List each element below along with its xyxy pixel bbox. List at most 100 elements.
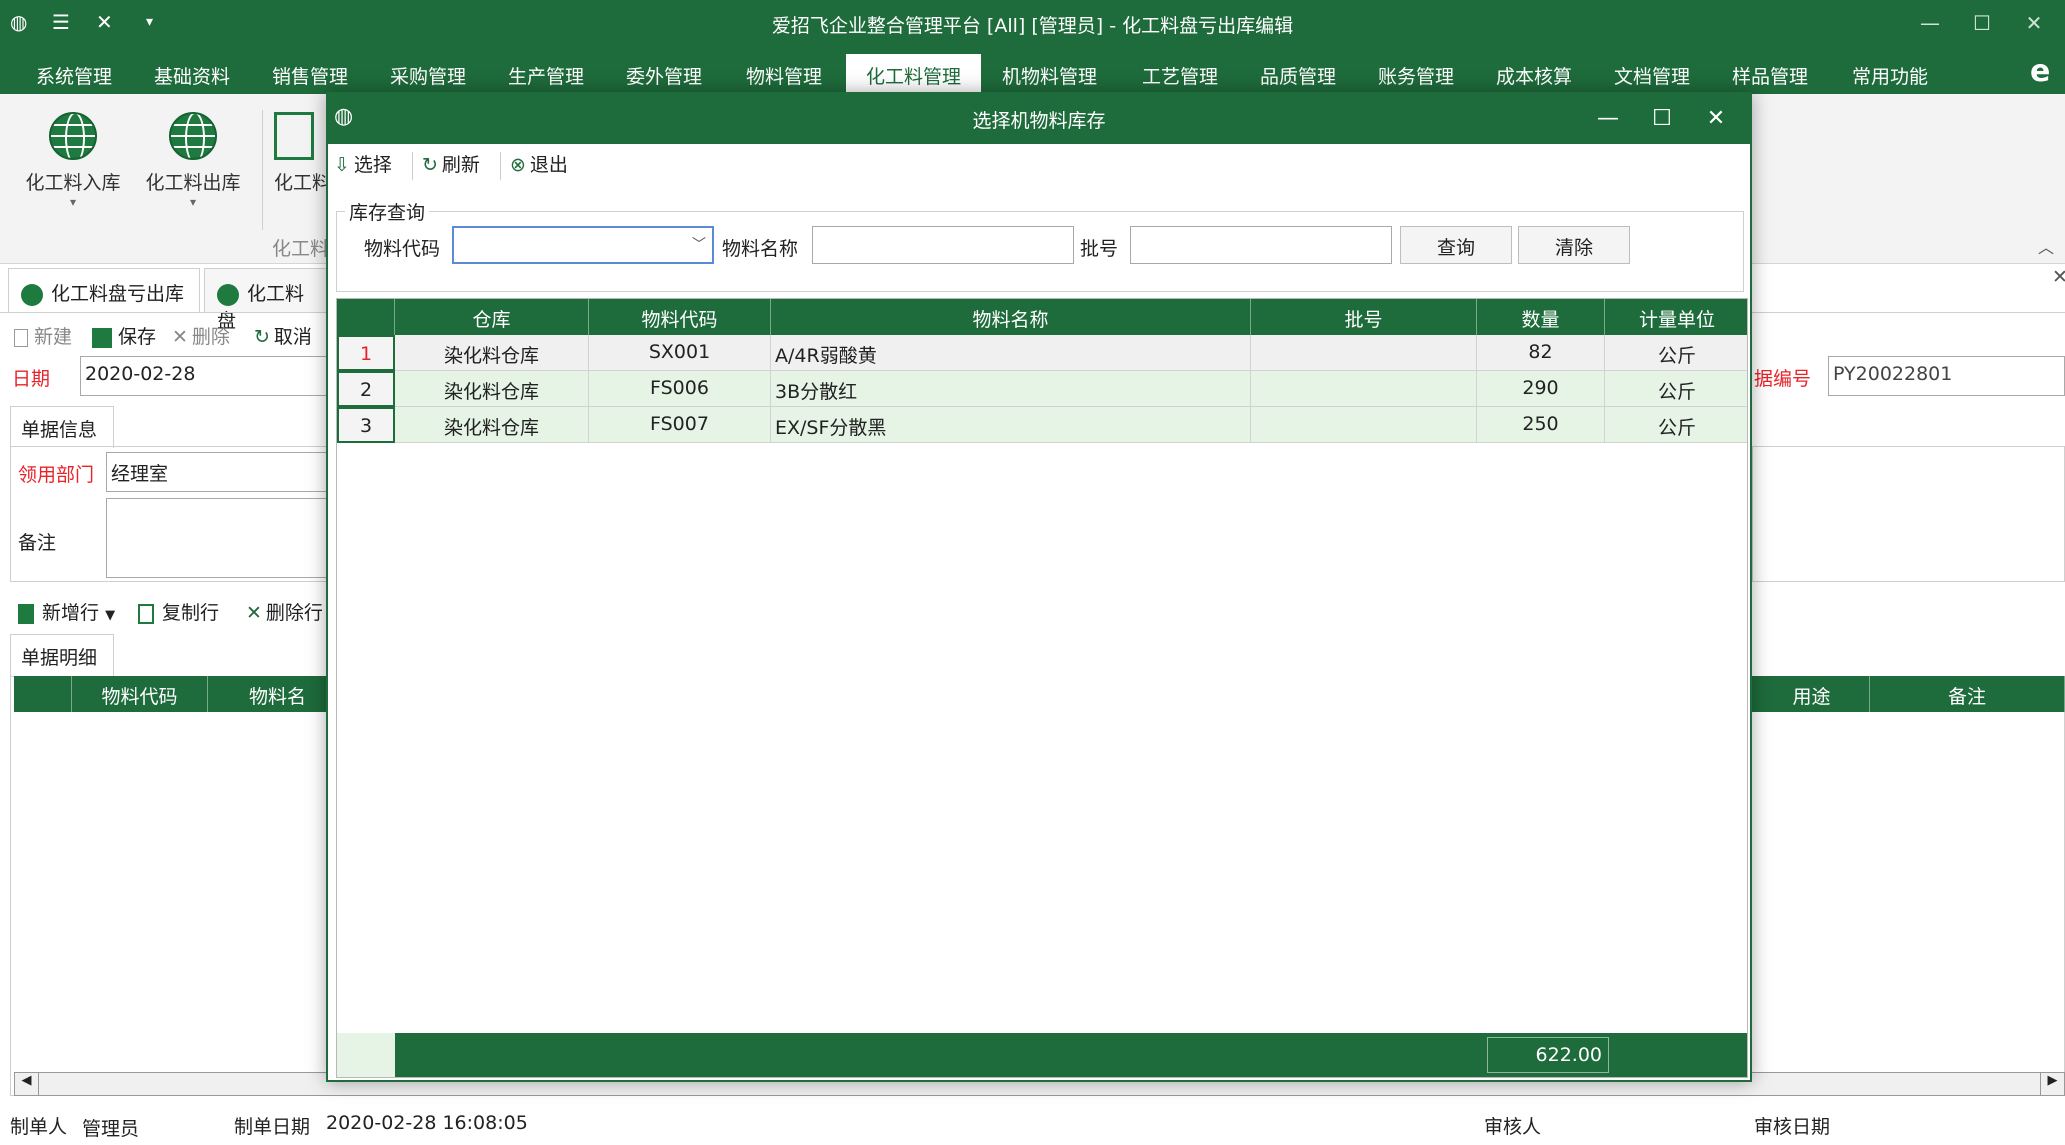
save-button[interactable]: 保存 — [92, 322, 156, 349]
cell-warehouse[interactable]: 染化料仓库 — [395, 371, 589, 407]
department-label: 领用部门 — [18, 464, 95, 486]
tab-chemical-loss-out[interactable]: 化工料盘亏出库 — [8, 268, 200, 312]
menu-accounts[interactable]: 账务管理 — [1378, 62, 1454, 89]
maximize-button[interactable]: ☐ — [1962, 6, 2002, 40]
menu-chemicals[interactable]: 化工料管理 — [846, 54, 982, 94]
dialog-maximize-button[interactable]: ☐ — [1642, 102, 1682, 136]
column-header-name[interactable]: 物料名称 — [771, 299, 1251, 335]
refresh-button[interactable]: ↻ 刷新 — [422, 150, 480, 177]
menu-process[interactable]: 工艺管理 — [1142, 62, 1218, 89]
cancel-button[interactable]: ↻ 取消 — [254, 322, 312, 349]
row-number[interactable]: 2 — [337, 371, 395, 407]
menu-sales[interactable]: 销售管理 — [272, 62, 348, 89]
batch-input[interactable] — [1130, 226, 1392, 264]
cell-unit[interactable]: 公斤 — [1605, 407, 1747, 443]
cell-batch[interactable] — [1251, 335, 1477, 371]
code-select[interactable]: ﹀ — [452, 226, 714, 264]
make-date-value: 2020-02-28 16:08:05 — [326, 1112, 528, 1134]
query-button[interactable]: 查询 — [1400, 226, 1512, 264]
scroll-left-icon[interactable]: ◀ — [15, 1073, 39, 1095]
tab-doc-detail[interactable]: 单据明细 — [10, 634, 114, 676]
remark-field-right[interactable] — [1752, 446, 2065, 582]
menu-outsourcing[interactable]: 委外管理 — [626, 62, 702, 89]
delete-button[interactable]: ✕ 删除 — [172, 322, 230, 349]
column-header-batch[interactable]: 批号 — [1251, 299, 1477, 335]
minimize-button[interactable]: — — [1910, 6, 1950, 40]
cell-unit[interactable]: 公斤 — [1605, 371, 1747, 407]
refresh-icon: ↻ — [422, 154, 438, 176]
menu-samples[interactable]: 样品管理 — [1732, 62, 1808, 89]
cell-qty[interactable]: 290 — [1477, 371, 1605, 407]
menu-production[interactable]: 生产管理 — [508, 62, 584, 89]
remark-field[interactable] — [106, 498, 336, 578]
table-row[interactable]: 3 染化料仓库 FS007 EX/SF分散黑 250 公斤 — [337, 407, 1747, 443]
delete-row-button[interactable]: ✕ 删除行 — [246, 598, 323, 625]
dialog-title-bar: ◍ 选择机物料库存 — ☐ ✕ — [328, 94, 1750, 144]
column-header-unit[interactable]: 计量单位 — [1605, 299, 1747, 335]
chemical-other-button[interactable]: 化工料 — [274, 112, 334, 195]
dialog-title: 选择机物料库存 — [972, 110, 1106, 132]
doc-number-field[interactable]: PY20022801 — [1828, 356, 2065, 396]
column-header-code[interactable]: 物料代码 — [589, 299, 771, 335]
tab-doc-info[interactable]: 单据信息 — [10, 406, 114, 448]
scroll-right-icon[interactable]: ▶ — [2040, 1073, 2064, 1095]
menu-materials[interactable]: 物料管理 — [746, 62, 822, 89]
column-header-use[interactable]: 用途 — [1754, 676, 1870, 712]
cell-qty[interactable]: 250 — [1477, 407, 1605, 443]
cell-warehouse[interactable]: 染化料仓库 — [395, 407, 589, 443]
clear-button[interactable]: 清除 — [1518, 226, 1630, 264]
dropdown-arrow-icon: ▼ — [105, 608, 116, 623]
close-tab-icon[interactable]: ✕ — [2052, 266, 2065, 288]
cell-name[interactable]: A/4R弱酸黄 — [771, 335, 1251, 371]
table-footer: 622.00 — [337, 1033, 1747, 1077]
close-button[interactable]: ✕ — [2014, 6, 2054, 40]
date-label: 日期 — [12, 368, 51, 390]
menu-mechanical-materials[interactable]: 机物料管理 — [1002, 62, 1097, 89]
chemical-in-button[interactable]: 化工料入库 ▾ — [18, 112, 128, 209]
dialog-close-button[interactable]: ✕ — [1696, 102, 1736, 136]
menu-quality[interactable]: 品质管理 — [1260, 62, 1336, 89]
chevron-down-icon[interactable]: ﹀ — [692, 234, 706, 254]
cell-batch[interactable] — [1251, 371, 1477, 407]
dialog-minimize-button[interactable]: — — [1588, 102, 1628, 136]
cell-unit[interactable]: 公斤 — [1605, 335, 1747, 371]
collapse-ribbon-icon[interactable]: ︿ — [2038, 234, 2054, 258]
add-row-button[interactable]: 新增行 ▼ — [18, 598, 115, 625]
select-button[interactable]: ⇩ 选择 — [334, 150, 392, 177]
menu-documents[interactable]: 文档管理 — [1614, 62, 1690, 89]
cell-code[interactable]: FS007 — [589, 407, 771, 443]
maker-label: 制单人 — [10, 1116, 68, 1138]
exit-button[interactable]: ⊗ 退出 — [510, 150, 568, 177]
cell-warehouse[interactable]: 染化料仓库 — [395, 335, 589, 371]
tab-chemical-loss[interactable]: 化工料盘 — [204, 268, 334, 332]
column-header-remark[interactable]: 备注 — [1870, 676, 2065, 712]
cell-code[interactable]: SX001 — [589, 335, 771, 371]
copy-row-button[interactable]: 复制行 — [138, 598, 219, 625]
menu-system[interactable]: 系统管理 — [36, 62, 112, 89]
menu-costing[interactable]: 成本核算 — [1496, 62, 1572, 89]
column-header-qty[interactable]: 数量 — [1477, 299, 1605, 335]
column-header-code[interactable]: 物料代码 — [72, 676, 208, 712]
column-header-warehouse[interactable]: 仓库 — [395, 299, 589, 335]
copy-icon — [138, 603, 154, 624]
menu-purchase[interactable]: 采购管理 — [390, 62, 466, 89]
row-number[interactable]: 3 — [337, 407, 395, 443]
chemical-out-button[interactable]: 化工料出库 ▾ — [138, 112, 248, 209]
menu-basic-data[interactable]: 基础资料 — [154, 62, 230, 89]
cell-code[interactable]: FS006 — [589, 371, 771, 407]
date-field[interactable]: 2020-02-28 — [80, 356, 330, 396]
new-button[interactable]: 新建 — [14, 322, 72, 349]
ribbon-group-label: 化工料 — [272, 238, 330, 260]
table-row[interactable]: 2 染化料仓库 FS006 3B分散红 290 公斤 — [337, 371, 1747, 407]
cell-qty[interactable]: 82 — [1477, 335, 1605, 371]
table-row[interactable]: 1 染化料仓库 SX001 A/4R弱酸黄 82 公斤 — [337, 335, 1747, 371]
row-number[interactable]: 1 — [337, 335, 395, 371]
name-input[interactable] — [812, 226, 1074, 264]
department-field[interactable]: 经理室 — [106, 452, 336, 492]
quantity-total: 622.00 — [1487, 1037, 1609, 1073]
cell-name[interactable]: EX/SF分散黑 — [771, 407, 1251, 443]
audit-date-label: 审核日期 — [1754, 1116, 1831, 1138]
menu-common[interactable]: 常用功能 — [1852, 62, 1928, 89]
cell-batch[interactable] — [1251, 407, 1477, 443]
cell-name[interactable]: 3B分散红 — [771, 371, 1251, 407]
